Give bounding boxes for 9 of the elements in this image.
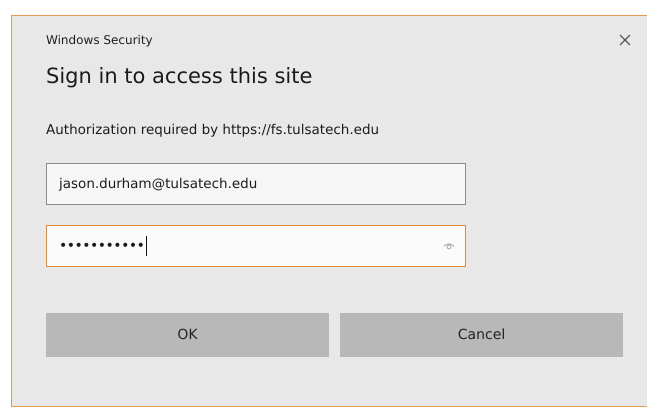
- username-field[interactable]: jason.durham@tulsatech.edu: [46, 163, 466, 205]
- close-icon[interactable]: [619, 34, 631, 46]
- ok-button[interactable]: OK: [46, 313, 329, 357]
- cancel-button[interactable]: Cancel: [340, 313, 623, 357]
- password-field[interactable]: •••••••••••: [46, 225, 466, 267]
- window-title: Windows Security: [46, 32, 153, 47]
- dialog-heading: Sign in to access this site: [46, 64, 314, 90]
- reveal-password-icon[interactable]: [443, 242, 455, 250]
- authorization-message: Authorization required by https://fs.tulsatech.edu: [46, 122, 380, 138]
